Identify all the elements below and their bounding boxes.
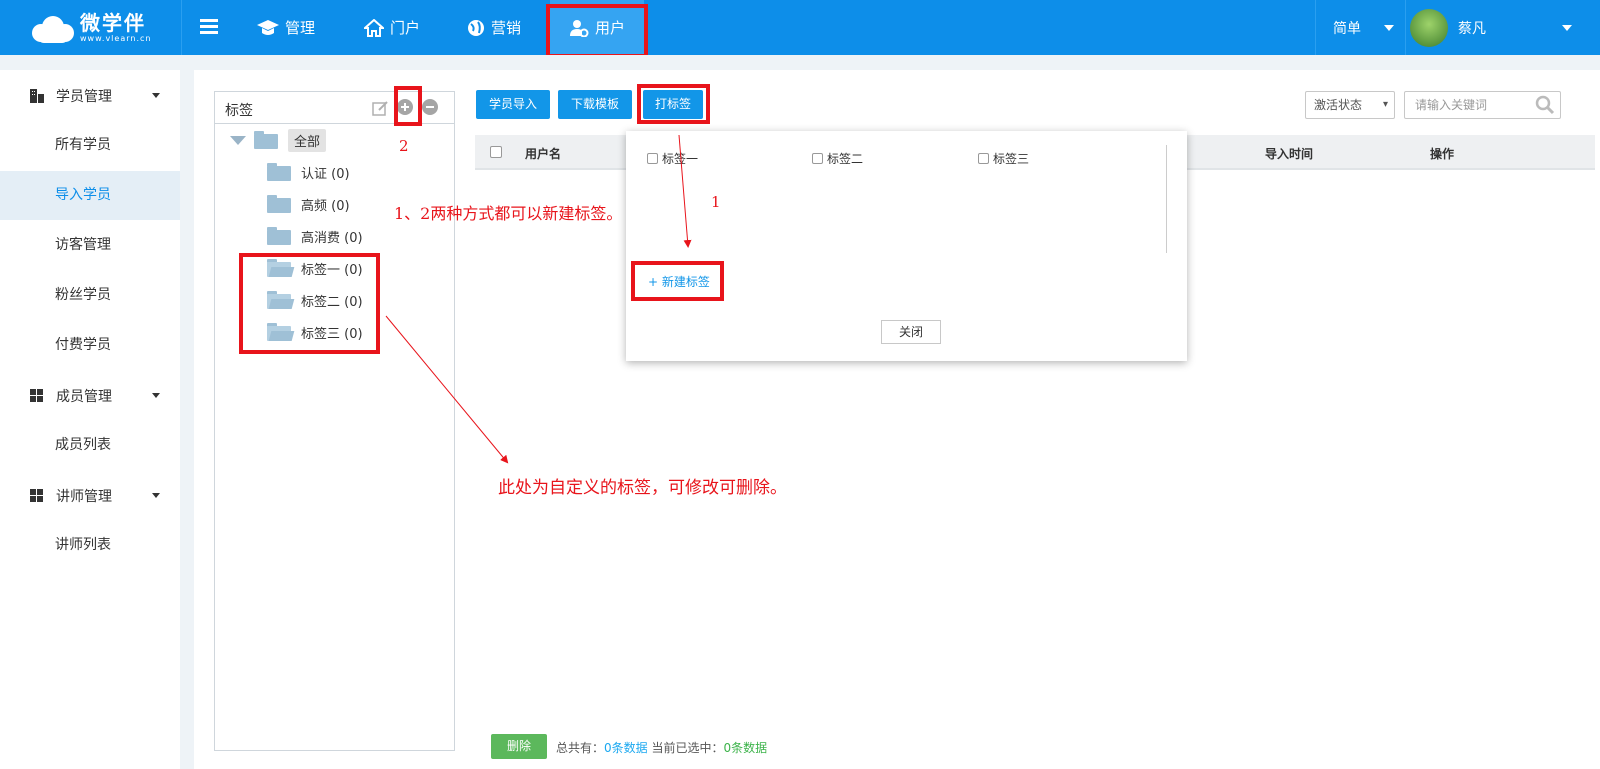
tree-node-label: 高频 (0) — [301, 198, 350, 214]
tag-option-label: 标签一 — [662, 152, 699, 166]
delete-button[interactable]: 删除 — [491, 734, 547, 759]
sidebar-group-students[interactable]: 学员管理 — [0, 71, 180, 119]
annotation-custom-note: 此处为自定义的标签，可修改可删除。 — [498, 478, 787, 498]
chevron-down-icon[interactable] — [1384, 25, 1394, 31]
tree-root-label[interactable]: 全部 — [288, 128, 327, 152]
sidebar-group-teachers[interactable]: 讲师管理 — [0, 471, 180, 519]
select-all-checkbox[interactable] — [490, 146, 502, 158]
sidebar-item-paid[interactable]: 付费学员 — [0, 321, 180, 370]
sidebar-group-label: 讲师管理 — [56, 489, 112, 505]
tree-node-frequent[interactable]: 高频 (0) — [267, 192, 350, 216]
building-icon — [30, 89, 44, 103]
tree-node-certified[interactable]: 认证 (0) — [267, 160, 350, 184]
mode-selector[interactable]: 简单 — [1333, 18, 1361, 38]
column-actions: 操作 — [1430, 147, 1455, 161]
highlight-box-new-tag — [631, 261, 724, 301]
folder-icon — [267, 227, 291, 245]
sidebar-group-members[interactable]: 成员管理 — [0, 371, 180, 419]
sidebar-item-import-students[interactable]: 导入学员 — [0, 171, 180, 220]
folder-icon — [254, 131, 278, 149]
import-students-button[interactable]: 学员导入 — [476, 90, 550, 119]
sidebar-group-label: 学员管理 — [56, 89, 112, 105]
total-count: 0条数据 — [604, 741, 648, 755]
graduation-cap-icon — [257, 19, 279, 35]
tag-option-label: 标签三 — [993, 152, 1030, 166]
remove-circle-icon[interactable] — [422, 99, 438, 115]
search-icon[interactable] — [1535, 95, 1555, 115]
tree-node-label: 高消费 (0) — [301, 230, 363, 246]
logo[interactable]: 微学伴 www.vlearn.cn — [28, 8, 151, 48]
menu-toggle-icon[interactable] — [200, 19, 218, 35]
checkbox[interactable] — [647, 153, 658, 164]
nav-manage-label: 管理 — [285, 19, 316, 37]
tag-option-label: 标签二 — [827, 152, 864, 166]
footer-summary: 总共有：0条数据 当前已选中：0条数据 — [556, 739, 767, 756]
highlight-box-tag-button — [637, 84, 710, 124]
total-prefix: 总共有： — [556, 741, 605, 755]
tag-panel: 标签 — [214, 91, 455, 751]
column-username: 用户名 — [525, 147, 562, 161]
globe-icon — [468, 19, 484, 36]
sidebar-item-fans[interactable]: 粉丝学员 — [0, 271, 180, 320]
grid-icon — [30, 489, 43, 502]
nav-manage[interactable]: 管理 — [257, 0, 315, 55]
folder-icon — [267, 195, 291, 213]
avatar[interactable] — [1410, 9, 1448, 47]
top-navbar: 微学伴 www.vlearn.cn 管理 门户 营销 用户 简单 蔡凡 — [0, 0, 1600, 58]
logo-title: 微学伴 — [80, 11, 146, 35]
user-menu-chevron-icon[interactable] — [1562, 25, 1572, 31]
download-template-button[interactable]: 下载模板 — [558, 90, 632, 119]
caret-down-icon — [152, 393, 160, 398]
caret-down-icon[interactable] — [230, 135, 246, 145]
popup-scrollbar[interactable] — [1166, 145, 1167, 253]
home-icon — [364, 18, 384, 37]
sidebar-item-all-students[interactable]: 所有学员 — [0, 121, 180, 170]
username[interactable]: 蔡凡 — [1458, 18, 1486, 38]
sidebar-group-label: 成员管理 — [56, 389, 112, 405]
checkbox[interactable] — [812, 153, 823, 164]
highlight-box-custom-tags — [239, 253, 380, 354]
tag-option-2[interactable]: 标签二 — [812, 150, 863, 167]
logo-subtitle: www.vlearn.cn — [80, 34, 152, 43]
grid-icon — [30, 389, 43, 402]
sidebar-item-member-list[interactable]: 成员列表 — [0, 421, 180, 470]
selected-prefix: 当前已选中： — [651, 741, 724, 755]
nav-portal[interactable]: 门户 — [364, 0, 420, 55]
tag-option-1[interactable]: 标签一 — [647, 150, 698, 167]
edit-icon[interactable] — [372, 100, 389, 116]
nav-marketing-label: 营销 — [491, 19, 522, 37]
tag-panel-title: 标签 — [225, 103, 253, 119]
tree-root[interactable]: 全部 — [230, 128, 327, 152]
sidebar-item-teacher-list[interactable]: 讲师列表 — [0, 521, 180, 570]
checkbox[interactable] — [978, 153, 989, 164]
folder-icon — [267, 163, 291, 181]
close-popup-button[interactable]: 关闭 — [881, 320, 941, 344]
nav-marketing[interactable]: 营销 — [467, 0, 521, 55]
annotation-create-note: 1、2两种方式都可以新建标签。 — [394, 204, 623, 223]
selected-count: 0条数据 — [723, 741, 768, 755]
caret-down-icon — [152, 493, 160, 498]
tag-option-3[interactable]: 标签三 — [978, 150, 1029, 167]
annotation-number-1: 1 — [711, 193, 721, 211]
highlight-box-add — [394, 86, 422, 126]
highlight-box-users — [546, 4, 648, 58]
caret-down-icon — [152, 93, 160, 98]
column-import-time: 导入时间 — [1265, 147, 1314, 161]
status-select[interactable]: 激活状态 — [1305, 91, 1395, 119]
tree-node-high-spending[interactable]: 高消费 (0) — [267, 224, 363, 248]
sidebar-item-visitors[interactable]: 访客管理 — [0, 221, 180, 270]
tree-node-label: 认证 (0) — [301, 166, 350, 182]
cloud-logo-icon — [28, 12, 76, 44]
annotation-number-2: 2 — [399, 137, 409, 155]
nav-portal-label: 门户 — [390, 19, 421, 37]
